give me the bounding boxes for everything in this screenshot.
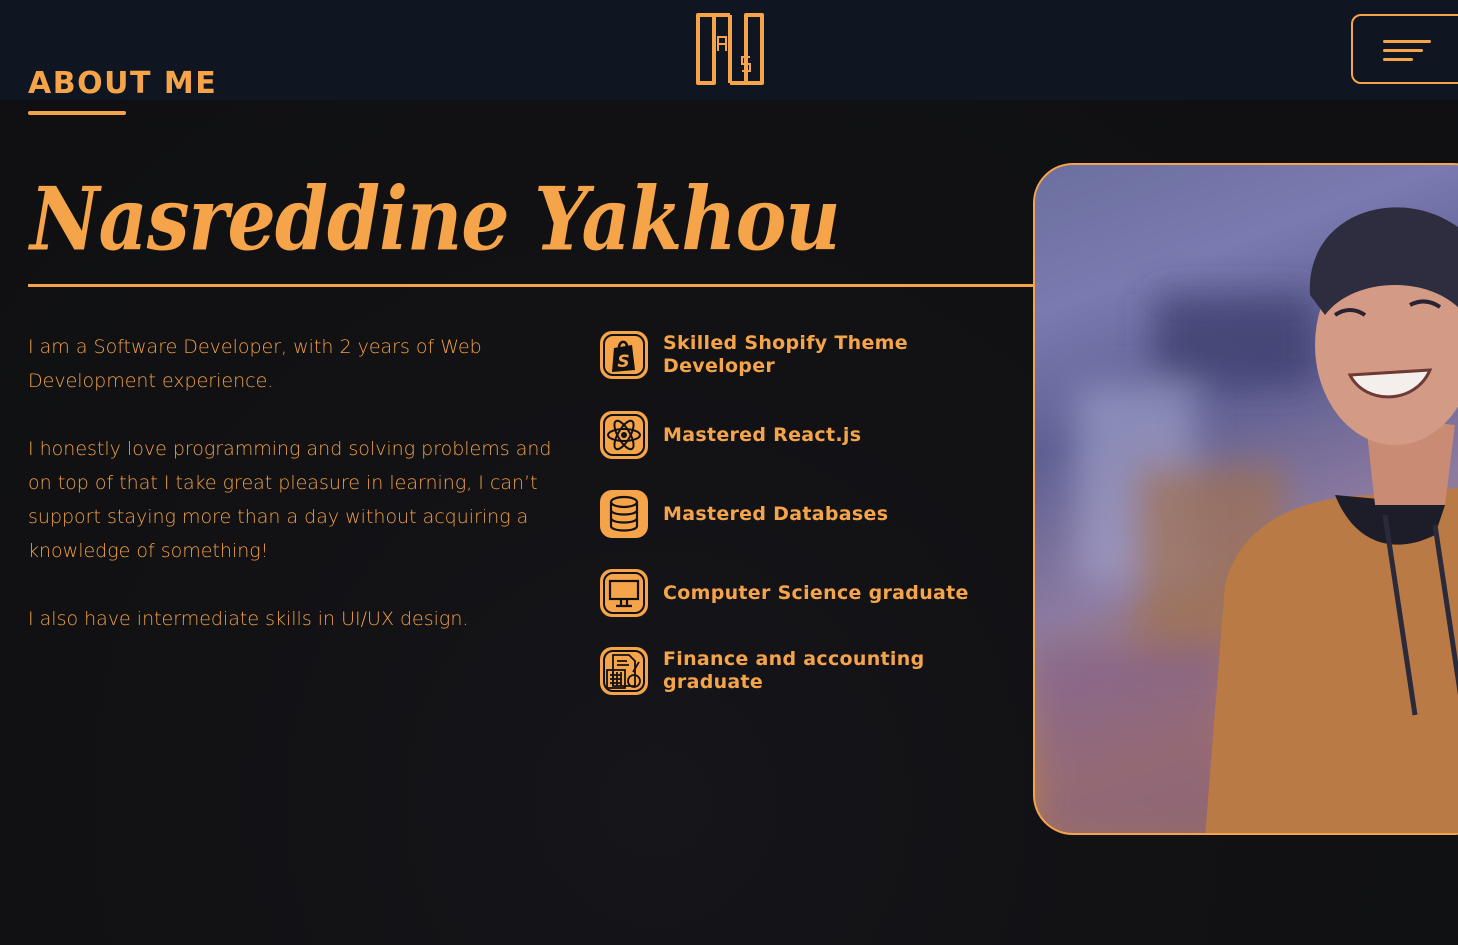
shopify-icon: S [600,331,648,379]
profile-photo [1033,163,1458,835]
skill-label: Mastered Databases [663,502,889,525]
skill-label: Finance and accounting graduate [663,648,925,693]
svg-text:S: S [617,352,629,372]
initials-logo-icon[interactable] [694,11,766,87]
computer-monitor-icon [600,569,648,617]
bio-paragraph: I am a Software Developer, with 2 years … [28,336,482,392]
bio-text: I am a Software Developer, with 2 years … [28,330,568,670]
name-divider [28,284,1038,287]
section-title: ABOUT ME [28,66,218,101]
about-page: ABOUT ME Nasreddine Yakhou I am a Softwa… [0,0,1458,945]
calculator-document-icon [600,647,648,695]
profile-name: Nasreddine Yakhou [30,168,841,271]
skill-item-finance: Finance and accounting graduate [599,646,983,696]
skill-item-databases: Mastered Databases [599,489,983,539]
skill-item-computer-science: Computer Science graduate [599,568,983,618]
portrait-illustration [1035,207,1458,833]
skill-label: Mastered React.js [663,423,862,446]
section-title-underline [28,111,126,115]
bio-paragraph: I also have intermediate skills in UI/UX… [28,608,469,630]
skill-item-react: Mastered React.js [599,410,983,460]
menu-button[interactable] [1351,14,1458,84]
react-atom-icon [600,411,648,459]
skill-item-shopify: S Skilled Shopify Theme Developer [599,330,983,380]
database-icon [600,490,648,538]
bio-paragraph: I honestly love programming and solving … [28,438,552,562]
skill-label: Skilled Shopify Theme Developer [663,332,908,377]
skill-label: Computer Science graduate [663,581,969,604]
